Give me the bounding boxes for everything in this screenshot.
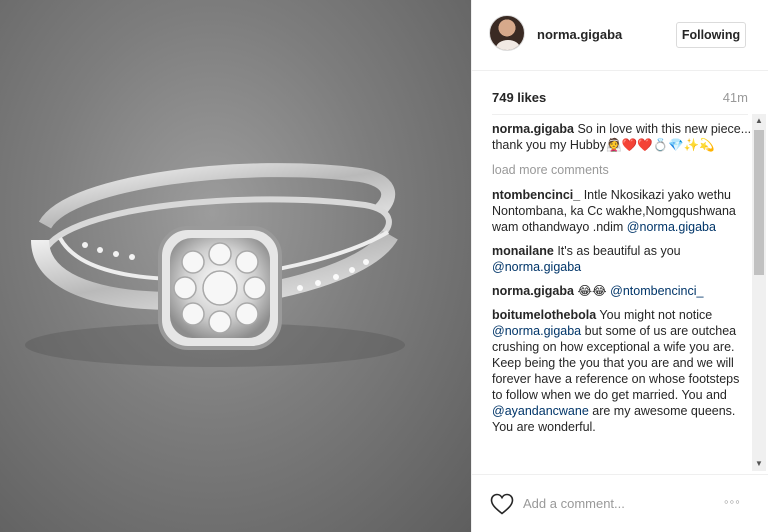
post-side-panel: norma.gigaba Following 749 likes 41m nor… [471, 0, 768, 532]
post-header: norma.gigaba Following [472, 0, 768, 71]
comment-text: 😂😂 [577, 284, 611, 298]
following-button[interactable]: Following [676, 22, 746, 48]
list-item: ntombencinci_ Intle Nkosikazi yako wethu… [492, 187, 752, 235]
scrollbar-thumb[interactable] [754, 130, 764, 275]
mention-link-2[interactable]: @ayandancwane [492, 404, 589, 418]
scroll-up-arrow-icon[interactable]: ▲ [752, 114, 766, 128]
mention-link[interactable]: @ntombencinci_ [610, 284, 703, 298]
add-comment-input[interactable]: Add a comment... [523, 496, 625, 511]
comment-username[interactable]: monailane [492, 244, 554, 258]
more-options-icon[interactable]: ◦◦◦ [724, 494, 741, 509]
caption-username[interactable]: norma.gigaba [492, 122, 574, 136]
comment-username[interactable]: boitumelothebola [492, 308, 596, 322]
scroll-down-arrow-icon[interactable]: ▼ [752, 457, 766, 471]
list-item: norma.gigaba 😂😂 @ntombencinci_ [492, 283, 752, 299]
ring-image [25, 163, 405, 367]
mention-link[interactable]: @norma.gigaba [627, 220, 716, 234]
divider [492, 114, 748, 115]
header-username[interactable]: norma.gigaba [537, 27, 622, 42]
mention-link[interactable]: @norma.gigaba [492, 324, 581, 338]
heart-icon[interactable] [490, 493, 514, 515]
comments-scrollbar[interactable]: ▲ ▼ [752, 114, 766, 471]
post-photo[interactable] [0, 0, 471, 532]
caption: norma.gigaba So in love with this new pi… [492, 121, 752, 153]
comment-text: You might not notice [599, 308, 713, 322]
comment-text: It's as beautiful as you [557, 244, 681, 258]
likes-row: 749 likes 41m [492, 90, 748, 106]
post-time[interactable]: 41m [723, 90, 748, 105]
avatar[interactable] [489, 15, 525, 51]
post-footer: Add a comment... ◦◦◦ [472, 474, 768, 532]
list-item: boitumelothebola You might not notice @n… [492, 307, 752, 435]
comments-list[interactable]: norma.gigaba So in love with this new pi… [492, 121, 752, 471]
mention-link[interactable]: @norma.gigaba [492, 260, 581, 274]
list-item: monailane It's as beautiful as you @norm… [492, 243, 752, 275]
comment-username[interactable]: norma.gigaba [492, 284, 574, 298]
likes-count[interactable]: 749 likes [492, 90, 546, 105]
load-more-comments-link[interactable]: load more comments [492, 162, 752, 178]
comment-username[interactable]: ntombencinci_ [492, 188, 580, 202]
